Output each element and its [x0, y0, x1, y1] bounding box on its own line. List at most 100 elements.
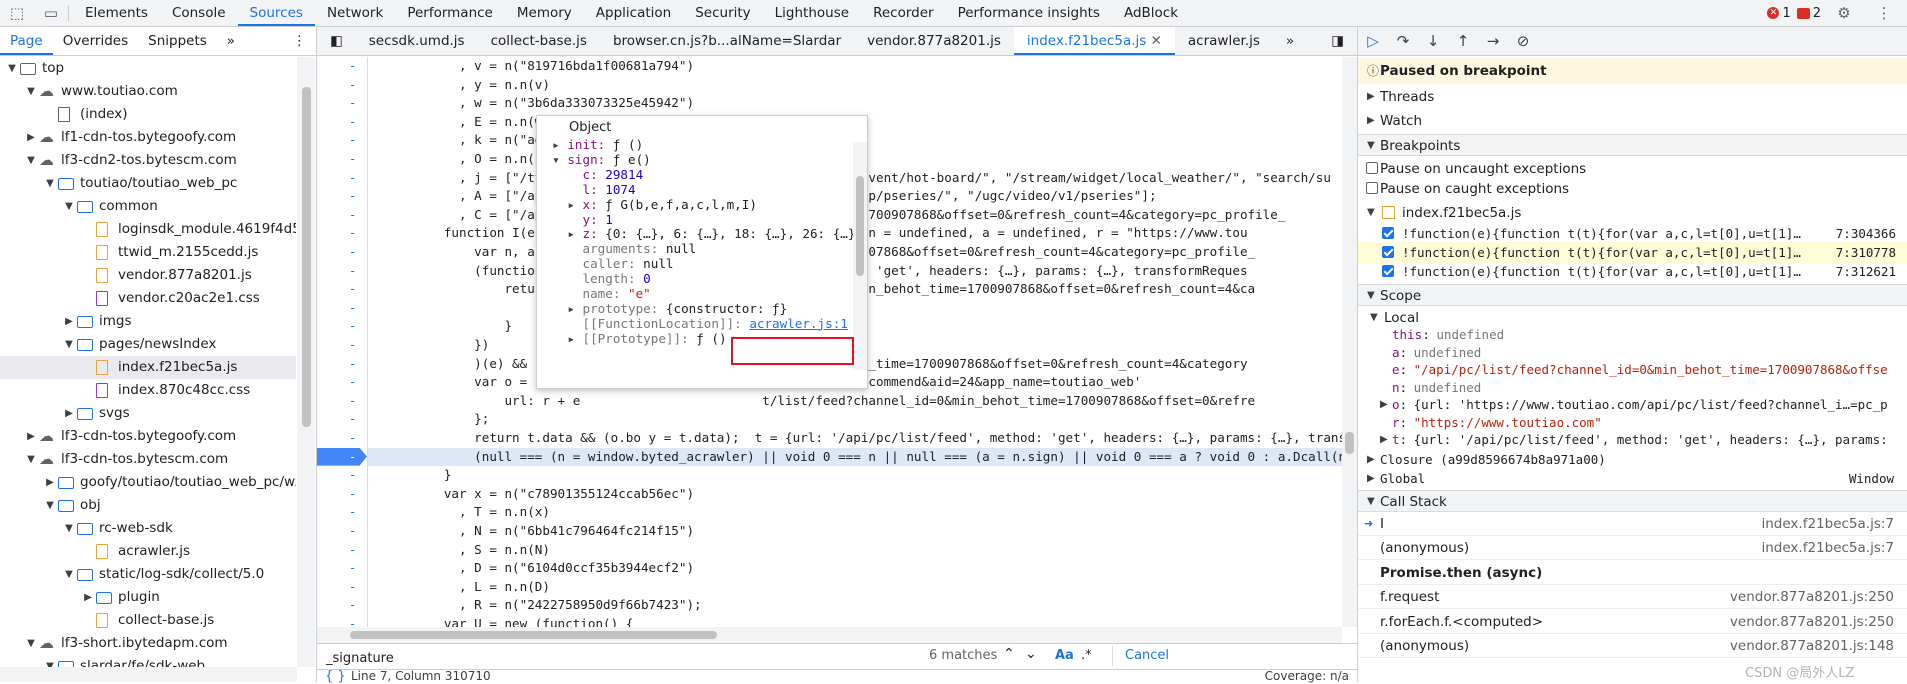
tree-item[interactable]: vendor.877a8201.js: [0, 264, 296, 287]
section-threads[interactable]: ▶ Threads: [1358, 86, 1907, 108]
step-icon[interactable]: →: [1478, 27, 1508, 55]
inspect-element-icon[interactable]: ⬚: [0, 0, 34, 26]
collapsed-arrow-icon[interactable]: ▶: [63, 310, 75, 333]
panel-tab-application[interactable]: Application: [584, 0, 683, 26]
resume-icon[interactable]: ▷: [1358, 27, 1388, 55]
section-breakpoints[interactable]: ▼ Breakpoints: [1358, 134, 1907, 156]
call-frame-location[interactable]: index.f21bec5a.js:7: [1761, 537, 1894, 559]
error-count-badge[interactable]: ✕ 1: [1767, 6, 1791, 21]
gutter-line[interactable]: -: [317, 522, 367, 540]
global-row[interactable]: ▶ Global Window: [1358, 468, 1907, 490]
editor-tab[interactable]: browser.cn.js?b...alName=Slardar: [600, 27, 854, 55]
gutter-line[interactable]: -: [317, 150, 367, 168]
gutter-line[interactable]: -: [317, 336, 367, 354]
issue-count-badge[interactable]: 2: [1796, 6, 1821, 21]
panel-tab-adblock[interactable]: AdBlock: [1112, 0, 1190, 26]
call-frame[interactable]: ➜ Iindex.f21bec5a.js:7: [1358, 513, 1907, 536]
navigator-tab-page[interactable]: Page: [0, 27, 53, 55]
step-into-icon[interactable]: ↓: [1418, 27, 1448, 55]
expanded-arrow-icon[interactable]: ▼: [44, 172, 56, 195]
next-match-icon[interactable]: ⌄: [1025, 646, 1037, 662]
call-frame[interactable]: (anonymous) vendor.877a8201.js:148: [1358, 635, 1907, 658]
gutter-line[interactable]: -: [317, 541, 367, 559]
breakpoint-checkbox[interactable]: [1382, 246, 1394, 258]
tree-item[interactable]: ttwid_m.2155cedd.js: [0, 241, 296, 264]
scope-variable[interactable]: a: undefined: [1358, 344, 1907, 362]
call-frame-location[interactable]: vendor.877a8201.js:148: [1730, 635, 1894, 657]
tree-item[interactable]: collect-base.js: [0, 609, 296, 632]
gutter-line[interactable]: -: [317, 317, 367, 335]
gutter-line[interactable]: -: [317, 206, 367, 224]
editor-tab[interactable]: index.f21bec5a.js ✕: [1013, 27, 1175, 55]
navigator-scroll-thumb[interactable]: [302, 87, 311, 427]
editor-tab[interactable]: acrawler.js: [1175, 27, 1273, 55]
gutter-line[interactable]: -: [317, 429, 367, 447]
gutter-line[interactable]: -: [317, 94, 367, 112]
expanded-arrow-icon[interactable]: ▼: [1367, 285, 1375, 307]
expanded-arrow-icon[interactable]: ▼: [1367, 491, 1375, 513]
panel-tab-console[interactable]: Console: [160, 0, 238, 26]
tree-item[interactable]: ▼ ☁ lf3-cdn2-tos.bytescm.com: [0, 149, 296, 172]
call-frame[interactable]: Promise.then (async): [1358, 562, 1907, 585]
gutter-line[interactable]: -: [317, 224, 367, 242]
tree-item[interactable]: ▶ plugin: [0, 586, 296, 609]
collapsed-arrow-icon[interactable]: ▶: [1367, 110, 1375, 132]
tree-item[interactable]: index.870c48cc.css: [0, 379, 296, 402]
call-frame[interactable]: (anonymous) index.f21bec5a.js:7: [1358, 537, 1907, 560]
tree-item[interactable]: ▼ rc-web-sdk: [0, 517, 296, 540]
navigator-tab-snippets[interactable]: Snippets: [138, 27, 217, 55]
toggle-navigator-icon[interactable]: ◧: [317, 27, 356, 55]
expanded-arrow-icon[interactable]: ▼: [25, 80, 37, 103]
pause-uncaught-checkbox[interactable]: [1366, 162, 1378, 174]
expanded-arrow-icon[interactable]: ▼: [63, 195, 75, 218]
panel-tab-security[interactable]: Security: [683, 0, 762, 26]
tree-item[interactable]: ▼ obj: [0, 494, 296, 517]
tree-item[interactable]: ▼ ☁ www.toutiao.com: [0, 80, 296, 103]
settings-gear-icon[interactable]: ⚙: [1827, 0, 1861, 26]
gutter-line[interactable]: -: [317, 392, 367, 410]
expanded-arrow-icon[interactable]: ▼: [25, 448, 37, 471]
collapsed-arrow-icon[interactable]: ▶: [1367, 86, 1375, 108]
tree-item[interactable]: vendor.c20ac2e1.css: [0, 287, 296, 310]
tree-item[interactable]: ▼ ☁ lf3-short.ibytedapm.com: [0, 632, 296, 655]
navigator-horizontal-scrollbar[interactable]: [0, 667, 297, 682]
gutter-line[interactable]: -: [317, 280, 367, 298]
tree-item[interactable]: ▼ slardar/fe/sdk-web: [0, 655, 296, 667]
expanded-arrow-icon[interactable]: ▼: [63, 333, 75, 356]
scope-variable[interactable]: this: undefined: [1358, 326, 1907, 344]
step-out-icon[interactable]: ↑: [1448, 27, 1478, 55]
gutter-line[interactable]: -: [317, 131, 367, 149]
scope-variable[interactable]: ▶ t: {url: '/api/pc/list/feed', method: 'g…: [1358, 431, 1907, 449]
section-scope[interactable]: ▼ Scope: [1358, 284, 1907, 306]
expanded-arrow-icon[interactable]: ▼: [6, 57, 18, 80]
step-over-icon[interactable]: ↷: [1388, 27, 1418, 55]
gutter-line[interactable]: -: [317, 187, 367, 205]
gutter-line[interactable]: -: [317, 355, 367, 373]
editor-tab[interactable]: collect-base.js: [478, 27, 600, 55]
tree-item[interactable]: ▶ imgs: [0, 310, 296, 333]
collapsed-arrow-icon[interactable]: ▶: [1380, 431, 1388, 449]
expanded-arrow-icon[interactable]: ▼: [63, 517, 75, 540]
breakpoint-marker[interactable]: -: [317, 447, 367, 466]
expanded-arrow-icon[interactable]: ▼: [63, 563, 75, 586]
navigator-tab-overrides[interactable]: Overrides: [53, 27, 138, 55]
expanded-arrow-icon[interactable]: ▼: [25, 149, 37, 172]
gutter-line[interactable]: -: [317, 76, 367, 94]
expanded-arrow-icon[interactable]: ▼: [1367, 202, 1375, 224]
tree-item[interactable]: ▶ ☁ lf1-cdn-tos.bytegoofy.com: [0, 126, 296, 149]
tree-item[interactable]: index.f21bec5a.js: [0, 356, 296, 379]
toggle-debugger-icon[interactable]: ◨: [1318, 27, 1357, 55]
call-frame[interactable]: f.request vendor.877a8201.js:250: [1358, 586, 1907, 609]
editor-scroll-thumb[interactable]: [1345, 432, 1354, 454]
previous-match-icon[interactable]: ⌃: [1003, 646, 1015, 662]
pause-caught-checkbox[interactable]: [1366, 182, 1378, 194]
collapsed-arrow-icon[interactable]: ▶: [1380, 396, 1388, 414]
collapsed-arrow-icon[interactable]: ▶: [25, 126, 37, 149]
panel-tab-recorder[interactable]: Recorder: [861, 0, 946, 26]
gutter-line[interactable]: -: [317, 373, 367, 391]
panel-tab-performance[interactable]: Performance: [395, 0, 505, 26]
gutter-line[interactable]: -: [317, 503, 367, 521]
panel-tab-elements[interactable]: Elements: [73, 0, 160, 26]
gutter-line[interactable]: -: [317, 410, 367, 428]
close-tab-icon[interactable]: ✕: [1146, 33, 1162, 49]
